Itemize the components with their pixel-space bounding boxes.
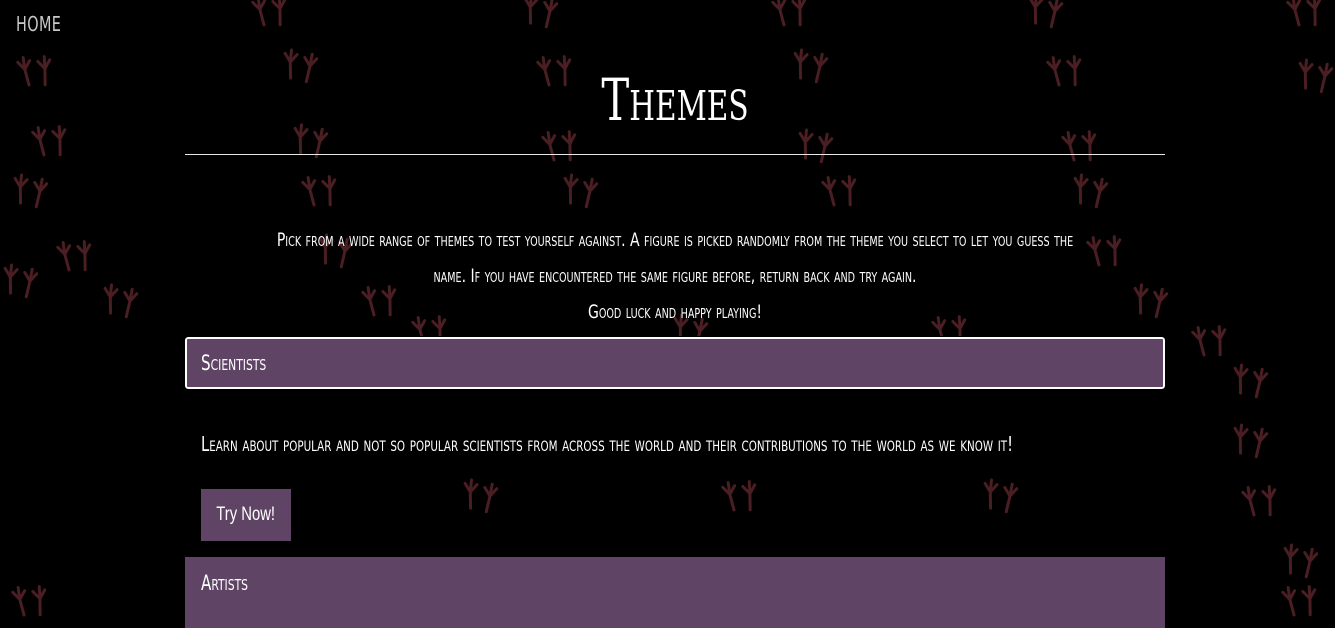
try-now-label: Try Now! <box>216 504 276 525</box>
scientists-description: Learn about popular and not so popular s… <box>201 432 1161 456</box>
scientists-description-text: Learn about popular and not so popular s… <box>201 432 1013 456</box>
accordion-artists[interactable]: Artists <box>185 557 1165 628</box>
title-divider <box>185 154 1165 155</box>
accordion-artists-label: Artists <box>201 571 249 595</box>
home-link[interactable]: HOME <box>16 12 61 36</box>
page-title: Themes <box>601 66 749 134</box>
intro-paragraph: Pick from a wide range of themes to test… <box>276 229 1074 287</box>
try-now-button[interactable]: Try Now! <box>201 489 291 541</box>
intro-closing: Good luck and happy playing! <box>587 301 763 323</box>
accordion-scientists[interactable]: Scientists <box>184 336 1166 390</box>
page: HOME Themes Pick from a wide range of th… <box>0 0 1335 628</box>
accordion-scientists-label: Scientists <box>201 351 267 375</box>
intro-text: Pick from a wide range of themes to test… <box>185 222 1165 330</box>
